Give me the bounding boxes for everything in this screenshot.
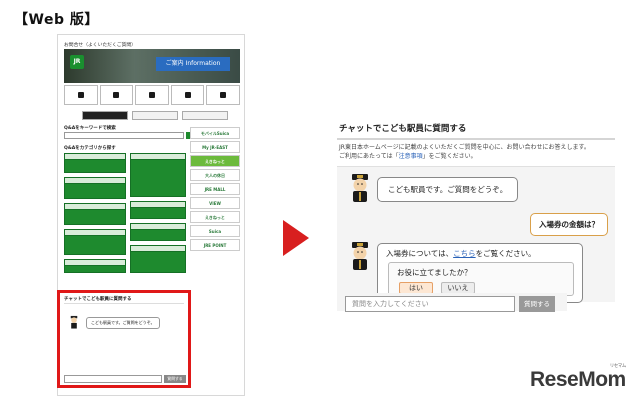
user-question-bubble: 入場券の金額は？ bbox=[530, 213, 608, 236]
bot-greeting-bubble: こども駅員です。ご質問をどうぞ。 bbox=[377, 177, 519, 202]
breadcrumb: お問合せ（よくいただくご質問） bbox=[64, 43, 136, 48]
send-question-button[interactable]: 質問する bbox=[519, 296, 555, 312]
tab[interactable] bbox=[82, 111, 128, 120]
category-box[interactable] bbox=[64, 177, 126, 199]
question-input[interactable]: 質問を入力してください bbox=[345, 296, 515, 312]
mini-chat-title: チャットでこども駅員に質問する bbox=[64, 297, 132, 302]
tab[interactable] bbox=[182, 111, 228, 120]
highlighted-chat-area: チャットでこども駅員に質問する こども駅員です。ご質問をどうぞ。 質問する bbox=[57, 290, 191, 388]
chat-note-line: JR東日本ホームページに記載のよくいただくご質問を中心に、お問い合わせにお答えし… bbox=[339, 144, 590, 151]
answer-link[interactable]: こちら bbox=[453, 249, 476, 258]
category-title: Q&Aをカテゴリから探す bbox=[64, 146, 116, 151]
service-icon[interactable] bbox=[64, 85, 98, 105]
chat-panel: チャットでこども駅員に質問する JR東日本ホームページに記載のよくいただくご質問… bbox=[337, 122, 615, 312]
jr-logo-icon: JR bbox=[70, 55, 84, 69]
station-staff-avatar-icon bbox=[352, 242, 368, 270]
mini-tabs bbox=[82, 111, 228, 120]
category-box[interactable] bbox=[130, 201, 186, 219]
category-box[interactable] bbox=[64, 153, 126, 173]
category-box[interactable] bbox=[130, 153, 186, 197]
chat-log: こども駅員です。ご質問をどうぞ。 入場券の金額は？ 入場券については、こちらをご… bbox=[337, 166, 615, 303]
right-arrow-icon bbox=[283, 220, 309, 256]
mini-chat-send-button[interactable]: 質問する bbox=[164, 375, 186, 383]
side-link[interactable]: えきねっと bbox=[190, 155, 240, 167]
side-link[interactable]: JRE POINT bbox=[190, 239, 240, 251]
service-icon[interactable] bbox=[206, 85, 240, 105]
side-link[interactable]: JRE MALL bbox=[190, 183, 240, 195]
category-box[interactable] bbox=[64, 203, 126, 225]
notice-link[interactable]: 注意事項 bbox=[399, 153, 423, 160]
mini-chat-message: こども駅員です。ご質問をどうぞ。 bbox=[86, 317, 160, 329]
page-top-link[interactable] bbox=[210, 386, 236, 391]
mini-chat-input[interactable] bbox=[64, 375, 162, 383]
side-link[interactable]: My JR-EAST bbox=[190, 141, 240, 153]
resemom-logo: ReseMom リセマム bbox=[530, 363, 626, 391]
side-link-list: モバイルSuica My JR-EAST えきねっと 大人の休日 JRE MAL… bbox=[190, 127, 240, 253]
qa-search-input[interactable] bbox=[64, 132, 184, 139]
side-link[interactable]: Suica bbox=[190, 225, 240, 237]
feedback-box: お役に立てましたか？ はい いいえ bbox=[388, 262, 574, 296]
category-box[interactable] bbox=[130, 223, 186, 241]
service-icon[interactable] bbox=[170, 85, 205, 105]
side-link[interactable]: 大人の休日 bbox=[190, 169, 240, 181]
category-box[interactable] bbox=[64, 229, 126, 255]
bot-answer-text: 入場券については、こちらをご覧ください。 bbox=[386, 249, 536, 258]
tab[interactable] bbox=[132, 111, 178, 120]
info-banner: JR ご案内 Information bbox=[64, 49, 240, 83]
page-label: 【Web 版】 bbox=[14, 12, 99, 28]
service-icon[interactable] bbox=[99, 85, 134, 105]
station-staff-avatar-icon bbox=[70, 315, 78, 329]
feedback-question: お役に立てましたか？ bbox=[397, 268, 472, 277]
chat-note-line: ご利用にあたっては「注意事項」をご覧ください。 bbox=[339, 153, 477, 160]
station-staff-avatar-icon bbox=[352, 174, 368, 202]
side-link[interactable]: えきねっと bbox=[190, 211, 240, 223]
chat-title: チャットでこども駅員に質問する bbox=[339, 124, 467, 134]
side-link[interactable]: VIEW bbox=[190, 197, 240, 209]
chat-note: JR東日本ホームページに記載のよくいただくご質問を中心に、お問い合わせにお答えし… bbox=[337, 143, 615, 161]
service-icon[interactable] bbox=[135, 85, 169, 105]
service-icon-row bbox=[64, 85, 240, 105]
category-box[interactable] bbox=[64, 259, 126, 273]
category-box[interactable] bbox=[130, 245, 186, 273]
banner-info-label: ご案内 Information bbox=[156, 57, 230, 71]
side-link[interactable]: モバイルSuica bbox=[190, 127, 240, 139]
qa-search-title: Q&Aをキーワードで検索 bbox=[64, 126, 116, 131]
